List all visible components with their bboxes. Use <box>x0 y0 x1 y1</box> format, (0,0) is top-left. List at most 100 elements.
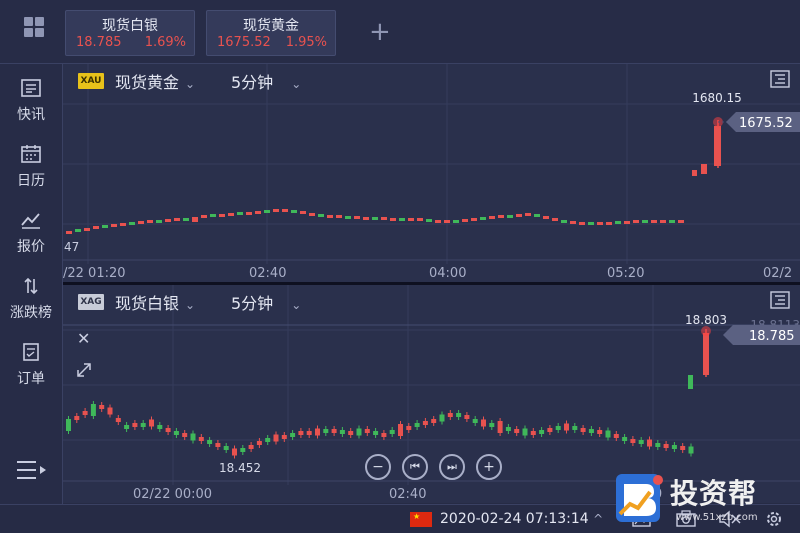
silver-candle <box>223 446 229 450</box>
zoom-in-button[interactable]: + <box>476 454 502 480</box>
tab-silver[interactable]: 现货白银 18.785 1.69% <box>65 10 195 56</box>
silver-candle <box>306 431 312 435</box>
expand-icon[interactable] <box>75 361 93 379</box>
sidebar: 快讯 日历 报价 涨跌榜 订单 <box>0 64 63 504</box>
sidebar-item-label: 涨跌榜 <box>10 305 52 321</box>
silver-candle <box>414 423 420 427</box>
gold-candle <box>462 219 468 222</box>
gold-candle <box>471 218 477 221</box>
chart-period-selector[interactable]: 5分钟 ⌄ <box>231 290 301 314</box>
silver-candle <box>74 416 80 420</box>
status-datetime[interactable]: 2020-02-24 07:13:14 ^ <box>440 511 603 527</box>
silver-candle <box>364 429 370 433</box>
gold-candle <box>327 215 333 218</box>
zoom-out-button[interactable]: − <box>365 454 391 480</box>
silver-candle <box>580 428 586 432</box>
silver-candle <box>703 333 709 375</box>
step-forward-button[interactable]: ⏭ <box>439 454 465 480</box>
silver-candle <box>555 426 561 430</box>
time-axis-label: 02/2 <box>763 266 792 281</box>
silver-candle <box>481 419 486 427</box>
time-axis-label: 05:20 <box>607 266 644 281</box>
gold-candle <box>579 222 585 225</box>
chart-symbol-selector[interactable]: 现货白银 ⌄ <box>115 290 195 314</box>
chevron-down-icon: ⌄ <box>291 298 302 312</box>
silver-candle <box>655 443 661 447</box>
silver-candle <box>597 430 603 434</box>
watermark-text: 投资帮 <box>670 477 758 510</box>
gold-candle <box>156 220 162 223</box>
gold-candle <box>354 216 360 219</box>
silver-candle <box>671 445 677 449</box>
gold-candle <box>255 211 261 214</box>
gold-candle <box>237 212 243 215</box>
gold-candle <box>552 218 558 221</box>
gold-candle <box>588 222 594 225</box>
tab-gold[interactable]: 现货黄金 1675.52 1.95% <box>206 10 336 56</box>
gold-candle <box>606 222 612 225</box>
chart-period-label: 5分钟 <box>231 294 274 313</box>
gold-candle <box>381 217 387 220</box>
gold-candlestick-chart[interactable]: 1680.15 1675.52 47/22 01:20 02:40 04:00 05:20… <box>63 64 800 282</box>
silver-candle <box>605 430 611 438</box>
silver-candle <box>389 430 395 434</box>
gold-candle <box>516 214 522 217</box>
silver-candle <box>406 426 412 430</box>
chart-list-icon[interactable] <box>770 70 790 88</box>
silver-candle <box>157 425 163 429</box>
gold-candle <box>201 215 207 218</box>
silver-candle <box>356 428 362 436</box>
sidebar-item-quotes[interactable]: 报价 <box>0 210 62 256</box>
gold-candle <box>309 213 315 216</box>
gold-chart-panel[interactable]: 1680.15 1675.52 47/22 01:20 02:40 04:00 05:20… <box>63 64 800 282</box>
silver-candle <box>90 404 96 416</box>
grid-menu-icon[interactable] <box>24 17 44 37</box>
gold-candle <box>219 214 225 217</box>
silver-candle <box>613 434 619 438</box>
gold-candle <box>138 221 144 224</box>
sidebar-item-ranking[interactable]: 涨跌榜 <box>0 276 62 322</box>
menu-expand-icon[interactable] <box>16 458 48 482</box>
chart-period-selector[interactable]: 5分钟 ⌄ <box>231 69 301 93</box>
silver-candle <box>539 430 545 434</box>
silver-candle <box>115 418 121 422</box>
silver-candle <box>173 431 179 435</box>
silver-candle <box>298 431 304 435</box>
plus-icon[interactable]: + <box>369 19 391 45</box>
silver-candle <box>456 413 462 417</box>
gold-left-price: 47 <box>64 240 79 254</box>
tab-name: 现货白银 <box>102 18 158 34</box>
tab-change: 1.95% <box>285 35 327 50</box>
time-axis-label: 02:40 <box>389 487 426 502</box>
sidebar-item-label: 快讯 <box>17 107 45 123</box>
gold-candle <box>525 213 531 216</box>
silver-last-price: 18.785 <box>749 329 795 344</box>
chart-symbol-selector[interactable]: 现货黄金 ⌄ <box>115 69 195 93</box>
silver-candle <box>248 445 254 449</box>
sidebar-item-orders[interactable]: 订单 <box>0 342 62 388</box>
chart-list-icon[interactable] <box>770 291 790 309</box>
silver-candle <box>132 423 138 427</box>
gold-candle <box>93 226 99 229</box>
sidebar-item-calendar[interactable]: 日历 <box>0 144 62 190</box>
gold-candle <box>570 221 576 224</box>
time-axis-label: /22 01:20 <box>63 266 126 281</box>
gold-candle <box>390 218 396 221</box>
silver-candle <box>207 440 213 444</box>
step-back-button[interactable]: ⏮ <box>402 454 428 480</box>
silver-candle <box>530 431 536 435</box>
gold-candle <box>678 220 684 223</box>
sidebar-item-label: 报价 <box>17 239 45 255</box>
silver-candle <box>564 423 569 431</box>
gold-candle <box>408 218 414 221</box>
gold-candle <box>714 126 721 166</box>
close-icon[interactable]: ✕ <box>77 329 90 348</box>
gold-candle <box>336 215 342 218</box>
sidebar-item-news[interactable]: 快讯 <box>0 78 62 124</box>
silver-candle <box>82 411 88 415</box>
silver-candle <box>215 443 221 447</box>
silver-candle <box>99 405 105 409</box>
silver-candle <box>464 415 470 419</box>
gold-candle <box>561 220 567 223</box>
chevron-up-icon: ^ <box>593 512 604 526</box>
